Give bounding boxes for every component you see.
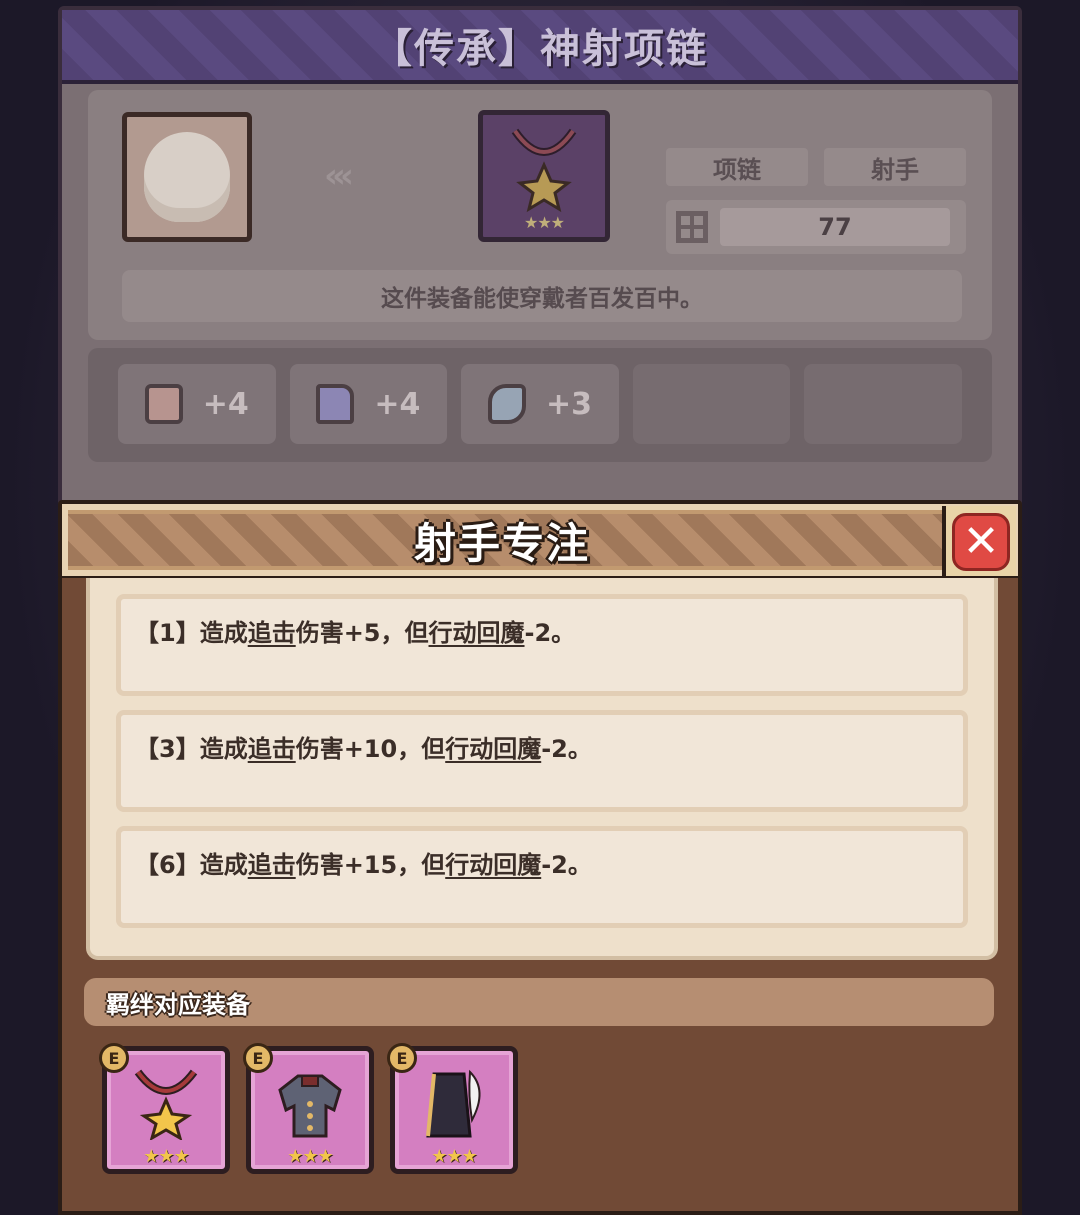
stat-value: +4 [374,386,421,422]
armor-icon [278,1074,342,1138]
bond-item-armor[interactable]: E ★★★ [243,1043,374,1174]
necklace-icon [134,1069,198,1140]
item-level-row: 77 [666,200,966,254]
effect-text: 【6】造成 [135,851,248,879]
stat-slot: +4 [118,364,276,444]
rarity-badge: E [99,1043,129,1073]
keyword-link[interactable]: 追击 [248,619,296,647]
bond-item-cloak[interactable]: E ★★★ [387,1043,518,1174]
arrow-left-icon: ‹‹‹ [324,156,354,196]
item-stars: ★★★ [431,1146,477,1167]
feather-icon [487,384,526,424]
effect-text: -2。 [524,619,576,647]
grid-icon [676,211,708,243]
stat-slot: +3 [461,364,619,444]
effect-text: -2。 [541,851,592,879]
keyword-link[interactable]: 追击 [248,851,296,879]
necklace-icon [511,128,577,212]
bond-equipment-section: 羁绊对应装备 E ★★★ E ★★★ E ★★★ [84,978,1000,1208]
keyword-link[interactable]: 追击 [248,735,296,763]
close-icon: ✕ [952,513,1010,571]
close-button[interactable]: ✕ [942,506,1016,576]
stat-slot: +4 [289,364,448,444]
tag-necklace: 项链 [666,148,808,186]
item-stars: ★★★ [523,212,565,232]
effect-text: 伤害+5，但 [295,619,429,647]
item-title-bar: 【传承】神射项链 [62,10,1018,84]
stat-slot-empty [632,364,791,444]
dialog-header: 射手专注 ✕ [58,500,1022,580]
bond-section-title: 羁绊对应装备 [84,978,994,1026]
dialog-body: 【1】造成追击伤害+5，但行动回魔-2。 【3】造成追击伤害+10，但行动回魔-… [58,578,1022,1215]
character-portrait[interactable] [122,112,252,242]
effect-tier-3: 【3】造成追击伤害+10，但行动回魔-2。 [116,710,968,812]
tag-archer: 射手 [824,148,966,186]
effect-text: 伤害+15，但 [295,851,446,879]
item-detail-panel: 【传承】神射项链 ‹‹‹ ★★★ 项链 射手 77 这件装备能使穿戴者百发百中。… [58,6,1022,566]
rarity-badge: E [387,1043,417,1073]
item-info-area: ‹‹‹ ★★★ 项链 射手 77 这件装备能使穿戴者百发百中。 [88,90,992,340]
item-level-value: 77 [720,208,950,246]
item-description: 这件装备能使穿戴者百发百中。 [122,270,962,322]
bond-dialog: 射手专注 ✕ 【1】造成追击伤害+5，但行动回魔-2。 【3】造成追击伤害+10… [58,500,1022,1215]
boot-icon [316,384,355,424]
stat-value: +4 [202,386,249,422]
effects-list: 【1】造成追击伤害+5，但行动回魔-2。 【3】造成追击伤害+10，但行动回魔-… [86,578,998,960]
cloak-icon [426,1069,481,1138]
bond-equipment-list: E ★★★ E ★★★ E ★★★ [84,1043,1000,1174]
item-stats-row: +4 +4 +3 [88,348,992,462]
effect-tier-6: 【6】造成追击伤害+15，但行动回魔-2。 [116,826,968,928]
keyword-link[interactable]: 行动回魔 [445,735,541,763]
keyword-link[interactable]: 行动回魔 [429,619,525,647]
character-face-icon [144,132,230,222]
effect-text: 【3】造成 [135,735,248,763]
dialog-title: 射手专注 [413,518,590,568]
effect-text: 伤害+10，但 [295,735,446,763]
item-stars: ★★★ [143,1146,189,1167]
stat-value: +3 [545,386,592,422]
rarity-badge: E [243,1043,273,1073]
bond-item-necklace[interactable]: E ★★★ [99,1043,230,1174]
item-necklace-icon[interactable]: ★★★ [478,110,610,242]
stat-slot-empty [804,364,962,444]
effect-text: -2。 [541,735,592,763]
item-stars: ★★★ [287,1146,333,1167]
shield-icon [144,384,183,424]
effect-tier-1: 【1】造成追击伤害+5，但行动回魔-2。 [116,594,968,696]
item-title: 【传承】神射项链 [372,26,708,72]
keyword-link[interactable]: 行动回魔 [445,851,541,879]
effect-text: 【1】造成 [135,619,248,647]
